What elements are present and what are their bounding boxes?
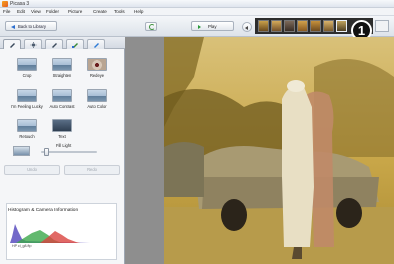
auto-color-label: Auto Color (87, 104, 107, 109)
feeling-lucky-tool[interactable]: I'm Feeling Lucky (10, 89, 44, 115)
menu-help[interactable]: Help (134, 9, 143, 15)
tab-effects-2[interactable] (66, 39, 84, 49)
crop-tool[interactable]: Crop (10, 58, 44, 84)
retouch-icon (17, 119, 37, 132)
straighten-icon (52, 58, 72, 71)
wrench-icon (10, 43, 15, 48)
auto-contrast-icon (52, 89, 72, 102)
play-slideshow-button[interactable]: Play (191, 21, 234, 31)
fill-light-slider-track[interactable] (41, 151, 97, 153)
text-label: Text (58, 134, 66, 139)
tab-basic-fixes[interactable] (3, 39, 21, 49)
paint-brush-green-icon (72, 43, 78, 48)
histogram-title: Histogram & Camera Information (8, 208, 79, 213)
redo-button[interactable]: Redo (64, 165, 120, 175)
chevron-left-icon (245, 26, 248, 30)
menu-view[interactable]: View (31, 9, 41, 15)
sun-tuning-icon (30, 42, 37, 48)
menu-tools[interactable]: Tools (114, 9, 125, 15)
back-to-library-label: Back to Library (18, 24, 46, 29)
histogram-graph (10, 224, 90, 243)
camera-info: HP ci_g8.ftp (12, 244, 32, 248)
fill-light-icon (13, 146, 30, 156)
undo-button[interactable]: Undo (4, 165, 60, 175)
undo-label: Undo (27, 167, 37, 172)
menu-create[interactable]: Create (93, 9, 107, 15)
rotate-icon (149, 24, 155, 30)
crop-icon (17, 58, 37, 71)
filmstrip-thumbnail[interactable] (310, 20, 321, 32)
auto-color-tool[interactable]: Auto Color (80, 89, 114, 115)
play-icon (198, 25, 201, 29)
straighten-tool[interactable]: Straighten (45, 58, 79, 84)
filmstrip-thumbnail[interactable] (284, 20, 295, 32)
filmstrip-thumbnail[interactable] (323, 20, 334, 32)
fill-light-slider-thumb[interactable] (44, 148, 50, 156)
tab-effects[interactable] (45, 39, 63, 49)
redeye-label: Redeye (89, 73, 105, 78)
filmstrip-thumbnail[interactable] (258, 20, 269, 32)
fill-light-control: Fill Light (0, 143, 125, 159)
menu-file[interactable]: File (3, 9, 10, 15)
filmstrip-thumbnail[interactable] (297, 20, 308, 32)
menu-picture[interactable]: Picture (68, 9, 82, 15)
edit-panel: Crop Straighten Redeye I'm Feeling Lucky… (0, 37, 125, 264)
filmstrip-scroll-button[interactable] (375, 20, 389, 32)
feeling-lucky-icon (17, 89, 37, 102)
menu-edit[interactable]: Edit (17, 9, 25, 15)
menu-folder[interactable]: Folder (46, 9, 59, 15)
retouch-tool[interactable]: Retouch (10, 119, 44, 145)
rotate-button[interactable] (145, 22, 157, 31)
photo-viewer (125, 37, 394, 264)
text-abc-icon (52, 119, 72, 132)
menu-bar: File Edit View Folder Picture Create Too… (0, 8, 394, 16)
filmstrip-thumbnail-selected[interactable] (336, 20, 347, 32)
back-arrow-icon (11, 25, 15, 29)
tab-effects-3[interactable] (87, 39, 105, 49)
brush-icon (52, 43, 57, 48)
play-label: Play (208, 24, 217, 29)
window-title: Picasa 3 (10, 1, 30, 7)
redeye-icon (87, 58, 107, 71)
title-bar: Picasa 3 (0, 0, 394, 8)
redo-label: Redo (87, 167, 97, 172)
vintage-couple-photo[interactable] (164, 37, 394, 264)
tab-tuning[interactable] (24, 39, 42, 49)
redeye-tool[interactable]: Redeye (80, 58, 114, 84)
auto-contrast-tool[interactable]: Auto Contrast (45, 89, 79, 115)
previous-photo-button[interactable] (242, 22, 252, 32)
picasa-app-icon (2, 1, 8, 7)
auto-color-icon (87, 89, 107, 102)
fill-light-label: Fill Light (56, 143, 72, 148)
edit-tabs (0, 37, 125, 49)
filmstrip-thumbnail[interactable] (271, 20, 282, 32)
back-to-library-button[interactable]: Back to Library (5, 21, 57, 31)
text-tool[interactable]: Text (45, 119, 79, 145)
paint-bucket-icon (94, 43, 99, 48)
